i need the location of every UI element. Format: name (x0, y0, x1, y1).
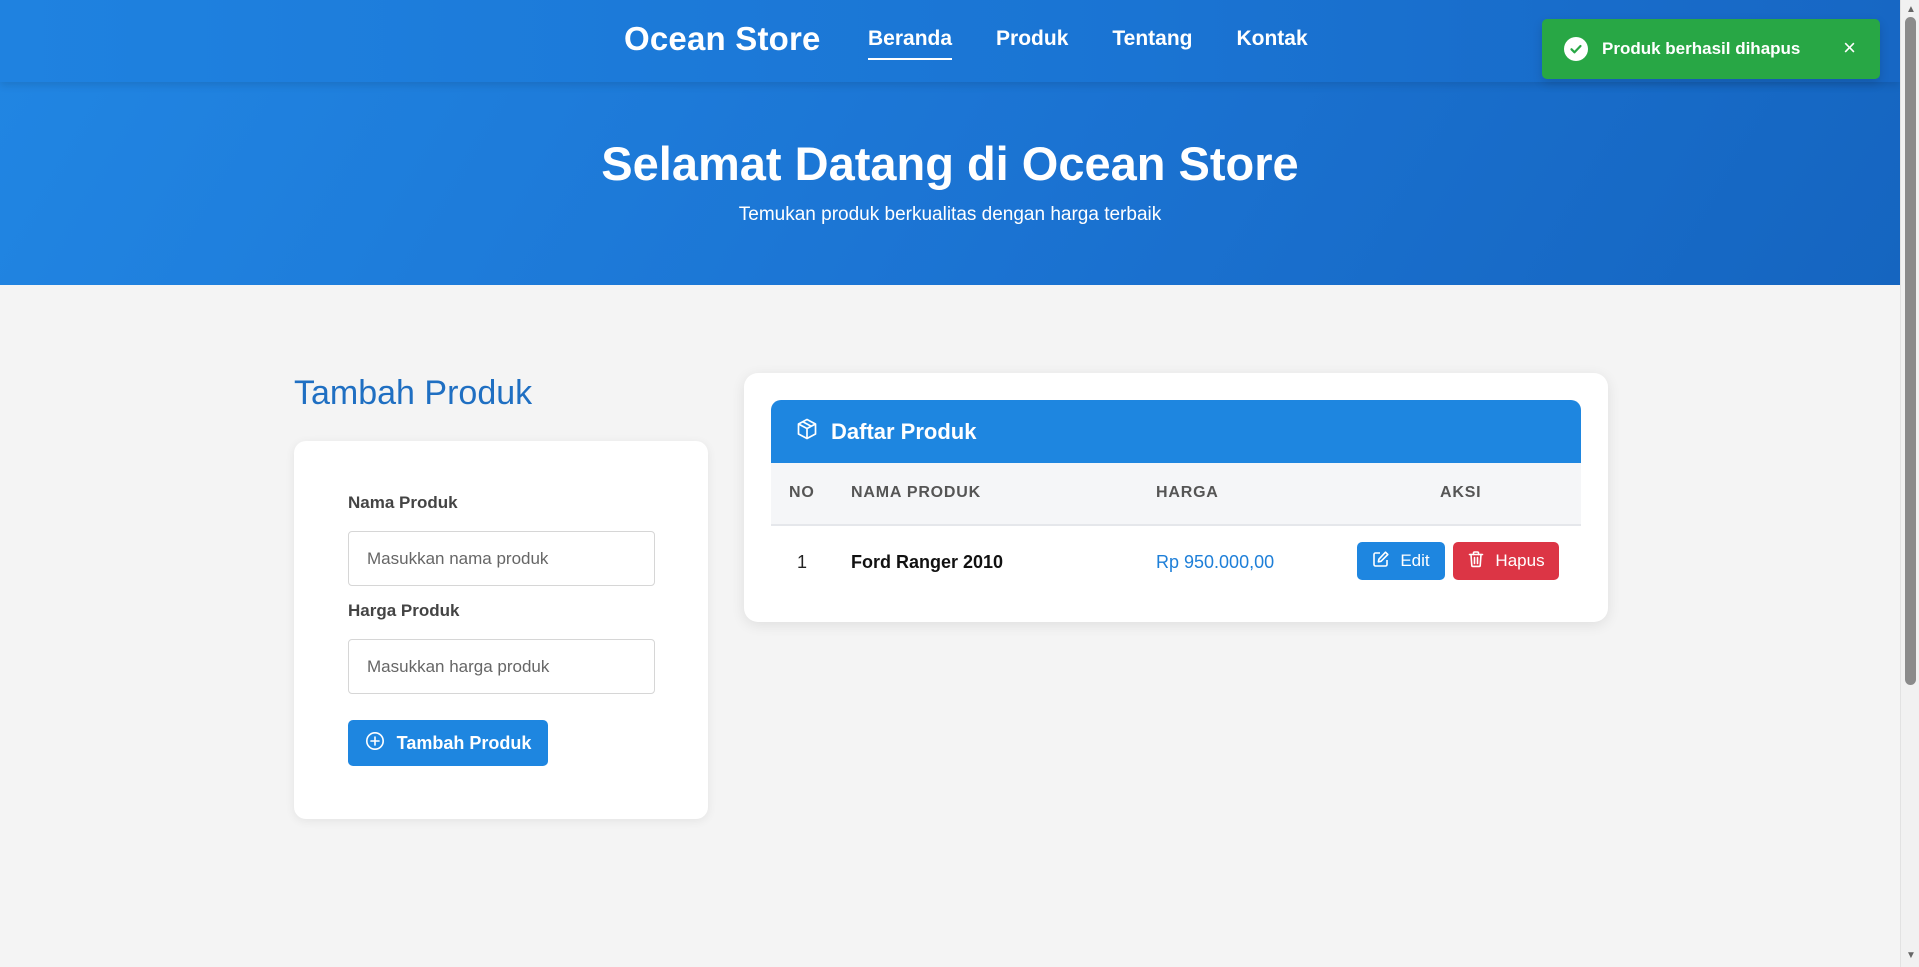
product-price-input[interactable] (348, 639, 655, 694)
nav-link-beranda[interactable]: Beranda (868, 27, 953, 60)
hero-subtitle: Temukan produk berkualitas dengan harga … (738, 204, 1162, 225)
product-price-label: Harga Produk (348, 601, 460, 620)
add-product-button[interactable]: Tambah Produk (348, 720, 548, 766)
nav-link-kontak[interactable]: Kontak (1236, 27, 1307, 60)
column-header-name: NAMA PRODUK (851, 484, 981, 501)
row-number: 1 (797, 552, 808, 572)
product-list-card: Daftar Produk NO NAMA PRODUK HARGA AKSI … (744, 373, 1608, 622)
nav-link-tentang[interactable]: Tentang (1112, 27, 1192, 60)
edit-button[interactable]: Edit (1357, 542, 1445, 580)
row-product-price: Rp 950.000,00 (1156, 552, 1275, 572)
nav-link-produk[interactable]: Produk (996, 27, 1068, 60)
trash-icon (1467, 550, 1485, 573)
edit-icon (1372, 550, 1390, 573)
product-name-label: Nama Produk (348, 493, 458, 512)
form-title: Tambah Produk (294, 374, 533, 412)
add-product-button-label: Tambah Produk (396, 732, 532, 753)
row-product-name: Ford Ranger 2010 (851, 552, 1004, 572)
brand-logo[interactable]: Ocean Store (624, 20, 821, 58)
delete-button[interactable]: Hapus (1453, 542, 1559, 580)
column-header-no: NO (789, 484, 815, 501)
column-header-price: HARGA (1156, 484, 1219, 501)
check-circle-icon (1564, 37, 1588, 61)
box-icon (795, 417, 819, 446)
page: Ocean Store Beranda Produk Tentang Konta… (0, 0, 1900, 967)
table-header-row: NO NAMA PRODUK HARGA AKSI (771, 463, 1581, 526)
scrollbar-thumb[interactable] (1905, 17, 1916, 685)
product-name-input[interactable] (348, 531, 655, 586)
scroll-down-arrow-icon[interactable]: ▼ (1906, 950, 1916, 961)
delete-button-label: Hapus (1495, 551, 1545, 570)
column-header-actions: AKSI (1440, 484, 1482, 501)
table-row: 1 Ford Ranger 2010 Rp 950.000,00 Edit Ha… (771, 528, 1581, 596)
add-product-form: Nama Produk Harga Produk Tambah Produk (294, 441, 708, 819)
vertical-scrollbar[interactable]: ▲ ▼ (1900, 0, 1919, 967)
product-list-title: Daftar Produk (831, 418, 977, 444)
product-list-header: Daftar Produk (771, 400, 1581, 463)
scroll-up-arrow-icon[interactable]: ▲ (1906, 4, 1916, 15)
edit-button-label: Edit (1400, 551, 1430, 570)
nav-links: Beranda Produk Tentang Kontak (868, 27, 1308, 60)
close-icon[interactable]: × (1843, 37, 1856, 59)
toast-message: Produk berhasil dihapus (1602, 39, 1801, 58)
hero-title: Selamat Datang di Ocean Store (601, 137, 1299, 190)
success-toast: Produk berhasil dihapus × (1542, 19, 1880, 79)
plus-circle-icon (365, 731, 385, 756)
